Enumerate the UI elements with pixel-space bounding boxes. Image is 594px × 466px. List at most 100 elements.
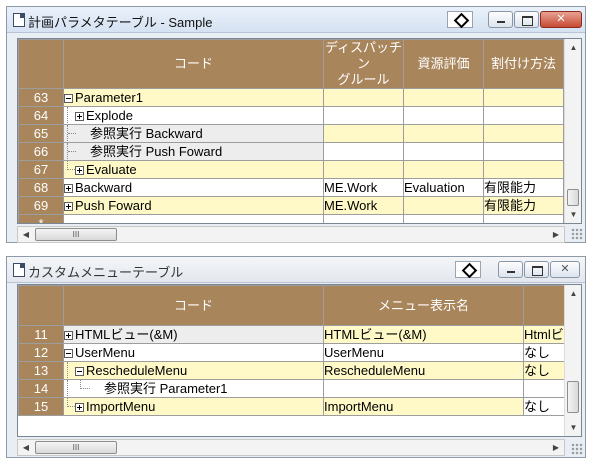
scroll-left-icon[interactable]: ◀ — [18, 227, 34, 242]
table-row[interactable]: 14 参照実行 Parameter1 — [18, 379, 569, 398]
title-bar[interactable]: 計画パラメタテーブル - Sample — [7, 7, 585, 33]
extra-cell[interactable]: なし — [523, 397, 569, 416]
table-row[interactable]: 12 UserMenu UserMenu なし — [18, 343, 569, 362]
row-number[interactable]: 63 — [18, 88, 64, 107]
resize-grip-icon[interactable] — [571, 443, 583, 455]
new-row[interactable]: * — [18, 214, 564, 223]
eval-cell[interactable] — [403, 88, 484, 107]
column-header-code[interactable]: コード — [63, 285, 324, 326]
row-number[interactable]: 69 — [18, 196, 64, 215]
maximize-button[interactable] — [514, 11, 539, 28]
table-row[interactable]: 67 Evaluate — [18, 160, 564, 179]
table-row[interactable]: 65 参照実行 Backward — [18, 124, 564, 143]
eval-cell[interactable]: Evaluation — [403, 178, 484, 197]
horizontal-scrollbar[interactable]: ◀ III ▶ — [17, 226, 565, 243]
document-icon — [13, 263, 25, 277]
window-title: カスタムメニューテーブル — [28, 265, 184, 280]
tree-node-label: 参照実行 Push Foward — [90, 144, 223, 159]
horizontal-scroll-thumb[interactable]: III — [35, 228, 117, 241]
expand-icon[interactable] — [64, 202, 73, 212]
scroll-up-icon[interactable]: ▲ — [565, 285, 581, 302]
new-row-marker[interactable]: * — [18, 214, 64, 223]
column-header-extra[interactable] — [523, 285, 569, 326]
close-button[interactable] — [550, 261, 580, 278]
minimize-button[interactable] — [498, 261, 523, 278]
menu-name-cell[interactable]: RescheduleMenu — [323, 361, 524, 380]
tree-node-label: ImportMenu — [86, 399, 156, 414]
table-row[interactable]: 63 Parameter1 — [18, 88, 564, 107]
expand-icon[interactable] — [64, 331, 73, 341]
expand-icon[interactable] — [75, 112, 84, 122]
row-number[interactable]: 68 — [18, 178, 64, 197]
scroll-down-icon[interactable]: ▼ — [565, 206, 581, 223]
parameter-table: コード ディスパッチン グルール 資源評価 割付け方法 63 Parameter1… — [18, 39, 564, 223]
dispatch-cell[interactable] — [323, 88, 404, 107]
minimize-button[interactable] — [488, 11, 513, 28]
vertical-scrollbar[interactable]: ▲ ▼ — [564, 285, 581, 436]
properties-button[interactable] — [455, 261, 481, 278]
column-header-dispatch-rule[interactable]: ディスパッチン グルール — [323, 39, 404, 89]
row-number[interactable]: 12 — [18, 343, 64, 362]
select-all-corner[interactable] — [18, 39, 64, 89]
column-header-resource-eval[interactable]: 資源評価 — [403, 39, 484, 89]
table-row[interactable]: 64 Explode — [18, 106, 564, 125]
resize-grip-icon[interactable] — [571, 228, 583, 240]
collapse-icon[interactable] — [64, 94, 73, 104]
tree-node-label: RescheduleMenu — [86, 363, 188, 378]
scroll-up-icon[interactable]: ▲ — [565, 39, 581, 56]
scroll-left-icon[interactable]: ◀ — [18, 440, 34, 455]
assign-cell[interactable] — [483, 88, 564, 107]
row-number[interactable]: 66 — [18, 142, 64, 161]
column-header-menu-name[interactable]: メニュー表示名 — [323, 285, 524, 326]
table-row[interactable]: 11 HTMLビュー(&M) HTMLビュー(&M) Htmlビ — [18, 325, 569, 344]
row-number[interactable]: 13 — [18, 361, 64, 380]
menu-name-cell[interactable]: HTMLビュー(&M) — [323, 325, 524, 344]
select-all-corner[interactable] — [18, 285, 64, 326]
row-number[interactable]: 11 — [18, 325, 64, 344]
collapse-icon[interactable] — [64, 349, 73, 359]
document-icon — [13, 13, 25, 27]
row-number[interactable]: 65 — [18, 124, 64, 143]
dispatch-cell[interactable]: ME.Work — [323, 196, 404, 215]
table-row[interactable]: 15 ImportMenu ImportMenu なし — [18, 397, 569, 416]
table-row[interactable]: 69 Push Foward ME.Work 有限能力 — [18, 196, 564, 215]
horizontal-scrollbar[interactable]: ◀ III ▶ — [17, 439, 565, 456]
extra-cell[interactable]: なし — [523, 361, 569, 380]
menu-name-cell[interactable]: UserMenu — [323, 343, 524, 362]
title-bar[interactable]: カスタムメニューテーブル — [7, 257, 585, 283]
maximize-button[interactable] — [524, 261, 549, 278]
column-header-code[interactable]: コード — [63, 39, 324, 89]
properties-button[interactable] — [447, 11, 473, 28]
assign-cell[interactable]: 有限能力 — [483, 178, 564, 197]
vertical-scrollbar[interactable]: ▲ ▼ — [564, 39, 581, 223]
dispatch-cell[interactable]: ME.Work — [323, 178, 404, 197]
extra-cell[interactable]: Htmlビ — [523, 325, 569, 344]
table-row[interactable]: 68 Backward ME.Work Evaluation 有限能力 — [18, 178, 564, 197]
table-row[interactable]: 13 RescheduleMenu RescheduleMenu なし — [18, 361, 569, 380]
row-number[interactable]: 15 — [18, 397, 64, 416]
eval-cell[interactable] — [403, 196, 484, 215]
menu-name-cell[interactable]: ImportMenu — [323, 397, 524, 416]
scroll-down-icon[interactable]: ▼ — [565, 419, 581, 436]
planning-parameter-table-window: 計画パラメタテーブル - Sample コード ディスパッチングルール 資源評価… — [6, 6, 586, 243]
expand-icon[interactable] — [75, 403, 84, 413]
collapse-icon[interactable] — [75, 367, 84, 377]
extra-cell[interactable]: なし — [523, 343, 569, 362]
scroll-right-icon[interactable]: ▶ — [548, 227, 564, 242]
row-number[interactable]: 64 — [18, 106, 64, 125]
horizontal-scroll-thumb[interactable]: III — [35, 441, 117, 454]
custom-menu-table-window: カスタムメニューテーブル コード メニュー表示名 11 HTMLビュー(&M) — [6, 256, 586, 458]
expand-icon[interactable] — [75, 166, 84, 176]
close-button[interactable] — [540, 11, 582, 28]
vertical-scroll-thumb[interactable] — [567, 189, 579, 206]
row-number[interactable]: 14 — [18, 379, 64, 398]
vertical-scroll-thumb[interactable] — [567, 381, 579, 413]
assign-cell[interactable]: 有限能力 — [483, 196, 564, 215]
scroll-right-icon[interactable]: ▶ — [548, 440, 564, 455]
table-row[interactable]: 66 参照実行 Push Foward — [18, 142, 564, 161]
menu-table: コード メニュー表示名 11 HTMLビュー(&M) HTMLビュー(&M) H… — [18, 285, 569, 416]
row-number[interactable]: 67 — [18, 160, 64, 179]
column-header-assign-method[interactable]: 割付け方法 — [483, 39, 564, 89]
expand-icon[interactable] — [64, 184, 73, 194]
tree-node-label: 参照実行 Parameter1 — [104, 381, 228, 396]
